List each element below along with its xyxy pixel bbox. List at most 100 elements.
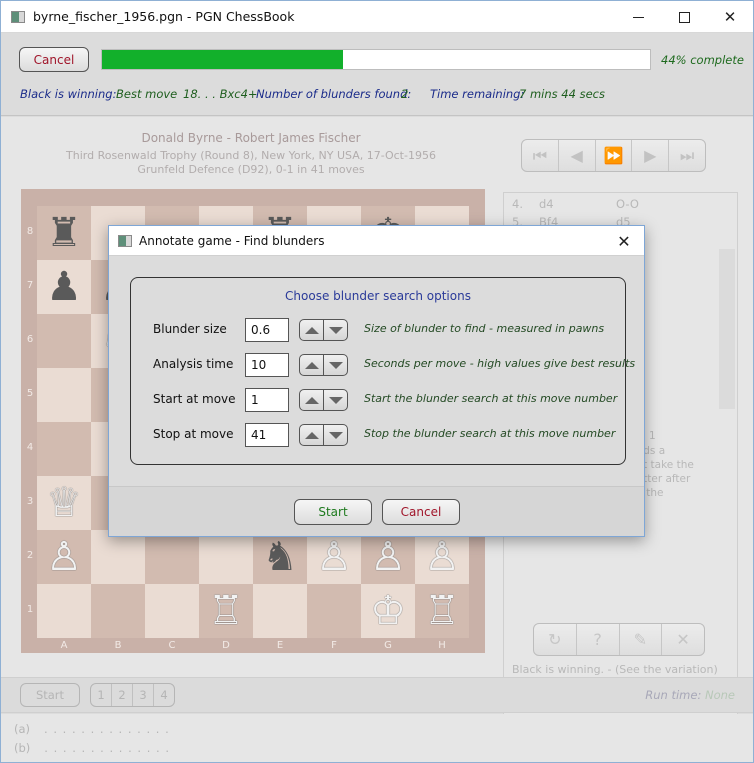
- delete-icon: ✕: [676, 630, 690, 649]
- white-queen-icon[interactable]: ♕: [46, 483, 82, 523]
- page-button-4[interactable]: 4: [154, 684, 174, 706]
- dialog-title-bar: Annotate game - Find blunders ✕: [109, 226, 644, 256]
- black-move[interactable]: O-O: [616, 197, 639, 211]
- option-description: Start the blunder search at this move nu…: [364, 392, 618, 405]
- square-a3[interactable]: ♕: [37, 476, 91, 530]
- white-rook-icon[interactable]: ♖: [208, 591, 244, 631]
- white-move[interactable]: d4: [539, 197, 554, 211]
- option-label: Blunder size: [153, 322, 227, 336]
- best-move-value: 18. . . Bxc4+: [183, 87, 258, 101]
- edit-icon: ✎: [633, 630, 648, 649]
- square-h1[interactable]: ♖: [415, 584, 469, 638]
- square-f2[interactable]: ♙: [307, 530, 361, 584]
- app-icon: [11, 11, 25, 23]
- increment-button[interactable]: [300, 390, 324, 410]
- options-heading: Choose blunder search options: [285, 289, 471, 303]
- move-list-scrollbar[interactable]: [719, 195, 735, 605]
- square-g1[interactable]: ♔: [361, 584, 415, 638]
- square-a1[interactable]: [37, 584, 91, 638]
- option-row: Blunder size 0.6 Size of blunder to find -…: [131, 318, 625, 342]
- game-opening: Grunfeld Defence (D92), 0-1 in 41 moves: [137, 163, 365, 176]
- close-icon: ✕: [617, 231, 631, 251]
- footer-row-a: (a) . . . . . . . . . . . . . .: [14, 722, 170, 736]
- square-d2[interactable]: [199, 530, 253, 584]
- square-f1[interactable]: [307, 584, 361, 638]
- square-a6[interactable]: [37, 314, 91, 368]
- page-button-1[interactable]: 1: [91, 684, 112, 706]
- option-row: Stop at move 41 Stop the blunder search at…: [131, 423, 625, 447]
- square-e1[interactable]: [253, 584, 307, 638]
- footer-row-label: (b): [14, 741, 31, 755]
- square-c1[interactable]: [145, 584, 199, 638]
- square-b2[interactable]: [91, 530, 145, 584]
- page-button-2[interactable]: 2: [112, 684, 133, 706]
- dialog-close-button[interactable]: ✕: [612, 230, 636, 252]
- previous-move-button[interactable]: ◀: [559, 140, 596, 171]
- increment-button[interactable]: [300, 320, 324, 340]
- delete-button[interactable]: ✕: [662, 624, 704, 655]
- maximize-button[interactable]: [661, 1, 707, 33]
- dialog-start-button[interactable]: Start: [294, 499, 372, 525]
- white-pawn-icon[interactable]: ♙: [424, 537, 460, 577]
- rank-label: 2: [26, 550, 34, 561]
- blunder-options-panel: Choose blunder search options Blunder si…: [130, 277, 635, 465]
- white-pawn-icon[interactable]: ♙: [46, 537, 82, 577]
- square-b1[interactable]: [91, 584, 145, 638]
- option-input[interactable]: 10: [245, 353, 289, 377]
- arrow-down-icon: [328, 396, 343, 404]
- square-a5[interactable]: [37, 368, 91, 422]
- increment-button[interactable]: [300, 355, 324, 375]
- title-bar: byrne_fischer_1956.pgn - PGN ChessBook ✕: [1, 1, 753, 33]
- square-a4[interactable]: [37, 422, 91, 476]
- minimize-icon: [632, 16, 644, 18]
- square-d1[interactable]: ♖: [199, 584, 253, 638]
- square-g2[interactable]: ♙: [361, 530, 415, 584]
- decrement-button[interactable]: [324, 425, 347, 445]
- white-pawn-icon[interactable]: ♙: [370, 537, 406, 577]
- option-input[interactable]: 0.6: [245, 318, 289, 342]
- option-input[interactable]: 41: [245, 423, 289, 447]
- run-time-label: Run time:: [645, 688, 702, 702]
- dialog-cancel-button[interactable]: Cancel: [382, 499, 460, 525]
- option-spinner: [299, 424, 348, 446]
- analysis-progress-bar: [101, 49, 651, 70]
- edit-button[interactable]: ✎: [620, 624, 663, 655]
- page-button-3[interactable]: 3: [133, 684, 154, 706]
- first-move-button[interactable]: ⏮: [522, 140, 559, 171]
- close-button[interactable]: ✕: [707, 1, 753, 33]
- option-input[interactable]: 1: [245, 388, 289, 412]
- file-label: B: [114, 640, 122, 651]
- increment-button[interactable]: [300, 425, 324, 445]
- file-label: F: [331, 640, 337, 651]
- white-rook-icon[interactable]: ♖: [424, 591, 460, 631]
- rotate-board-button[interactable]: ↻: [534, 624, 577, 655]
- cancel-analysis-button[interactable]: Cancel: [19, 47, 89, 72]
- option-description: Seconds per move - high values give best…: [364, 357, 636, 370]
- black-knight-icon[interactable]: ♞: [262, 537, 298, 577]
- start-button[interactable]: Start: [20, 683, 80, 707]
- square-a8[interactable]: ♜: [37, 206, 91, 260]
- square-c2[interactable]: [145, 530, 199, 584]
- option-label: Stop at move: [153, 427, 234, 441]
- square-e2[interactable]: ♞: [253, 530, 307, 584]
- white-king-icon[interactable]: ♔: [370, 591, 406, 631]
- option-spinner: [299, 354, 348, 376]
- minimize-button[interactable]: [615, 1, 661, 33]
- arrow-down-icon: [328, 361, 343, 369]
- black-pawn-icon[interactable]: ♟: [46, 267, 82, 307]
- black-rook-icon[interactable]: ♜: [46, 213, 82, 253]
- hint-button[interactable]: ?: [577, 624, 620, 655]
- play-button[interactable]: ⏩: [596, 140, 633, 171]
- footer-row-label: (a): [14, 722, 31, 736]
- next-move-button[interactable]: ▶: [632, 140, 670, 171]
- white-pawn-icon[interactable]: ♙: [316, 537, 352, 577]
- scrollbar-thumb[interactable]: [719, 249, 735, 409]
- last-move-button[interactable]: ⏭: [669, 140, 705, 171]
- decrement-button[interactable]: [324, 355, 347, 375]
- decrement-button[interactable]: [324, 390, 347, 410]
- previous-move-icon: ◀: [570, 146, 583, 165]
- square-h2[interactable]: ♙: [415, 530, 469, 584]
- square-a7[interactable]: ♟: [37, 260, 91, 314]
- decrement-button[interactable]: [324, 320, 347, 340]
- square-a2[interactable]: ♙: [37, 530, 91, 584]
